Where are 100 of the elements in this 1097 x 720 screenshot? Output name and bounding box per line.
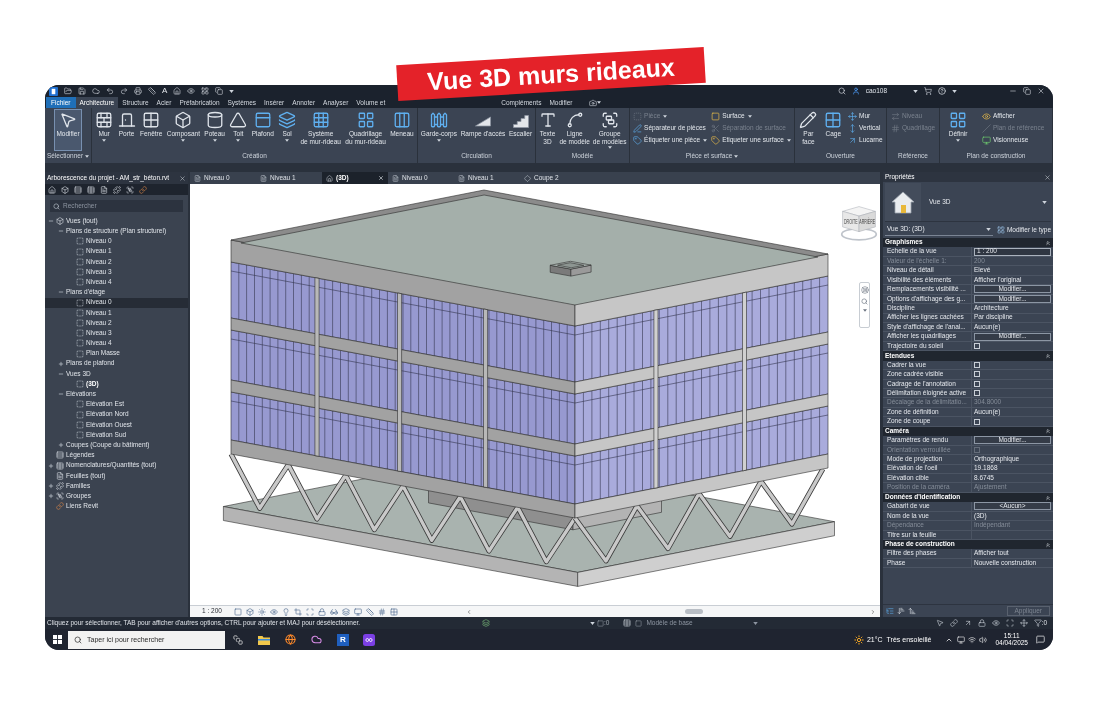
layers-icon[interactable] <box>341 607 350 616</box>
grid-icon <box>996 226 1005 234</box>
fence-icon <box>429 111 448 129</box>
plus-icon[interactable] <box>48 482 54 489</box>
puzzle-icon[interactable] <box>113 185 121 194</box>
help-icon[interactable] <box>938 87 946 95</box>
close-icon[interactable] <box>1044 173 1051 181</box>
magnifier-icon[interactable] <box>861 298 868 305</box>
glasses-icon[interactable] <box>329 607 338 616</box>
rows-icon[interactable] <box>74 185 82 194</box>
close-icon[interactable] <box>179 174 186 182</box>
save-icon[interactable] <box>78 87 86 95</box>
plus-icon[interactable] <box>48 462 54 469</box>
close-icon[interactable] <box>1037 87 1045 95</box>
caret-icon <box>590 621 595 625</box>
text-tool-glyph[interactable]: A <box>162 87 168 95</box>
link-icon[interactable] <box>139 185 147 194</box>
tag-icon <box>711 136 721 145</box>
caret-icon <box>102 138 107 142</box>
stacked-squares-icon[interactable] <box>233 634 243 645</box>
cloud-icon[interactable] <box>311 634 322 645</box>
undo-icon[interactable] <box>106 87 114 95</box>
camera-icon[interactable] <box>588 98 597 107</box>
speech-bubble-icon[interactable] <box>1036 635 1045 644</box>
arrow-icon[interactable] <box>963 619 972 627</box>
four-squares-icon[interactable] <box>53 635 62 644</box>
link-icon[interactable] <box>949 619 958 627</box>
caret-icon <box>786 139 791 142</box>
ruler-icon[interactable] <box>365 607 374 616</box>
panel-icon <box>253 111 272 129</box>
search-icon <box>53 202 60 210</box>
house-icon[interactable] <box>48 185 56 194</box>
caret-icon <box>436 138 441 142</box>
folder-icon[interactable] <box>64 87 72 95</box>
sort-icon[interactable] <box>908 607 916 615</box>
lifebuoy-icon[interactable] <box>860 286 869 294</box>
minimize-icon[interactable] <box>1009 87 1017 95</box>
dashed-square-icon <box>633 112 643 121</box>
search-icon[interactable] <box>837 87 846 95</box>
vertical-arrows-icon <box>848 124 858 133</box>
grid-icon <box>824 111 843 129</box>
pointer-icon[interactable] <box>935 619 944 627</box>
hash-icon <box>890 124 900 133</box>
table-icon[interactable] <box>623 619 632 627</box>
hash-icon[interactable] <box>377 607 386 616</box>
eye-icon[interactable] <box>269 607 278 616</box>
layers-icon[interactable] <box>482 619 490 627</box>
filter-icon[interactable] <box>1033 619 1042 627</box>
grid-icon <box>949 111 968 129</box>
box-icon <box>174 111 193 129</box>
redo-icon[interactable] <box>120 87 128 95</box>
caret-icon <box>862 309 867 312</box>
infinity-icon[interactable] <box>363 633 375 646</box>
sheet-icon[interactable] <box>100 185 108 194</box>
caret-icon <box>913 89 918 93</box>
restore-icon[interactable] <box>1023 87 1031 95</box>
caret-icon <box>734 155 739 158</box>
speaker-icon[interactable] <box>979 635 988 644</box>
sort-icon[interactable] <box>897 607 905 615</box>
caret-icon <box>607 146 612 149</box>
app-tile[interactable]: R <box>337 633 349 646</box>
group-icon[interactable] <box>126 185 134 194</box>
lock-icon[interactable] <box>317 607 326 616</box>
user-icon <box>851 87 860 95</box>
globe-icon[interactable] <box>285 634 296 645</box>
house-icon[interactable] <box>173 87 182 95</box>
scan-icon[interactable] <box>1005 619 1014 627</box>
caret-icon <box>212 138 217 142</box>
table-icon[interactable] <box>87 185 95 194</box>
plus-icon[interactable] <box>58 442 64 449</box>
cylinder-icon <box>205 111 224 129</box>
wifi-icon[interactable] <box>968 635 977 644</box>
brick-wall-icon <box>95 111 114 129</box>
plus-icon[interactable] <box>58 360 64 367</box>
close-icon[interactable] <box>378 175 384 181</box>
plus-icon[interactable] <box>48 493 54 500</box>
caret-icon <box>181 138 186 142</box>
caret-icon <box>703 139 708 142</box>
eye-icon <box>981 112 991 121</box>
search-icon <box>74 635 82 644</box>
tree-list-icon[interactable] <box>886 607 894 615</box>
crop-icon[interactable] <box>293 607 302 616</box>
cart-icon[interactable] <box>924 87 932 95</box>
lock-icon[interactable] <box>977 619 986 627</box>
grid-icon[interactable] <box>201 87 210 95</box>
scrollbar-thumb[interactable] <box>684 609 703 614</box>
printer-icon[interactable] <box>134 87 142 95</box>
monitor-icon[interactable] <box>957 635 966 644</box>
app-logo-icon[interactable] <box>49 86 58 96</box>
caret-icon <box>956 138 961 142</box>
curve-icon <box>565 111 584 129</box>
move-icon[interactable] <box>1019 619 1028 627</box>
cube-icon[interactable] <box>245 607 254 616</box>
folder-icon[interactable] <box>258 634 270 645</box>
copy-icon[interactable] <box>215 87 224 95</box>
lightbulb-icon[interactable] <box>281 607 290 616</box>
cloud-icon[interactable] <box>92 87 100 95</box>
sun-icon <box>853 634 864 645</box>
caret-icon <box>236 138 241 142</box>
layers-icon <box>278 111 297 129</box>
